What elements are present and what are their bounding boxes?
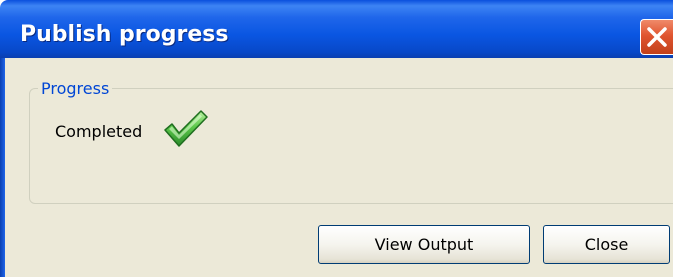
publish-progress-dialog: Publish progress Progress Completed View… — [0, 0, 673, 277]
close-button[interactable]: Close — [543, 225, 670, 264]
status-text: Completed — [55, 122, 143, 141]
title-close-button[interactable] — [640, 19, 673, 55]
view-output-button[interactable]: View Output — [318, 225, 530, 264]
title-bar[interactable]: Publish progress — [0, 0, 673, 58]
window-title: Publish progress — [20, 22, 229, 47]
progress-groupbox — [29, 88, 673, 204]
close-icon — [647, 27, 667, 47]
progress-group-label: Progress — [38, 79, 113, 98]
green-checkmark-icon — [164, 110, 208, 147]
window-left-border — [0, 58, 5, 277]
